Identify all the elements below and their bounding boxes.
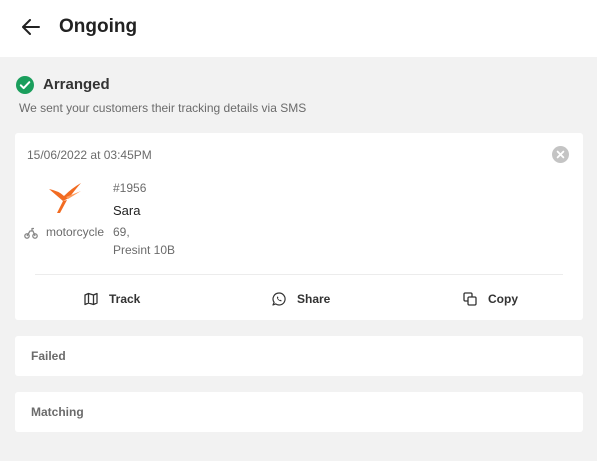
section-failed[interactable]: Failed — [15, 336, 583, 376]
back-button[interactable] — [18, 14, 44, 40]
copy-icon — [463, 292, 477, 306]
share-label: Share — [297, 291, 331, 306]
section-failed-label: Failed — [31, 349, 66, 363]
status-title: Arranged — [43, 76, 110, 93]
share-button[interactable]: Share — [272, 290, 330, 308]
order-id: #1956 — [113, 181, 147, 195]
map-icon — [84, 292, 98, 306]
divider — [35, 274, 563, 275]
copy-button[interactable]: Copy — [463, 290, 518, 308]
address-line-1: 69, — [113, 225, 130, 239]
customer-name: Sara — [113, 203, 141, 218]
copy-label: Copy — [488, 291, 518, 306]
section-matching-label: Matching — [31, 405, 84, 419]
track-label: Track — [109, 291, 141, 306]
arrow-left-icon — [22, 19, 40, 35]
app-header: Ongoing — [0, 0, 597, 57]
section-matching[interactable]: Matching — [15, 392, 583, 432]
close-icon[interactable] — [552, 146, 569, 163]
whatsapp-icon — [272, 292, 286, 306]
hummingbird-logo — [49, 183, 81, 213]
motorcycle-icon — [24, 227, 38, 239]
address-line-2: Presint 10B — [113, 243, 176, 257]
status-subtitle: We sent your customers their tracking de… — [19, 101, 307, 115]
page-title: Ongoing — [59, 16, 138, 37]
vehicle-info: motorcycle — [24, 225, 104, 240]
track-button[interactable]: Track — [84, 290, 140, 308]
check-circle-icon — [16, 76, 34, 94]
order-datetime: 15/06/2022 at 03:45PM — [27, 148, 152, 162]
order-card: 15/06/2022 at 03:45PM motorcycle #1956 S… — [15, 133, 583, 320]
vehicle-label: motorcycle — [46, 225, 105, 239]
